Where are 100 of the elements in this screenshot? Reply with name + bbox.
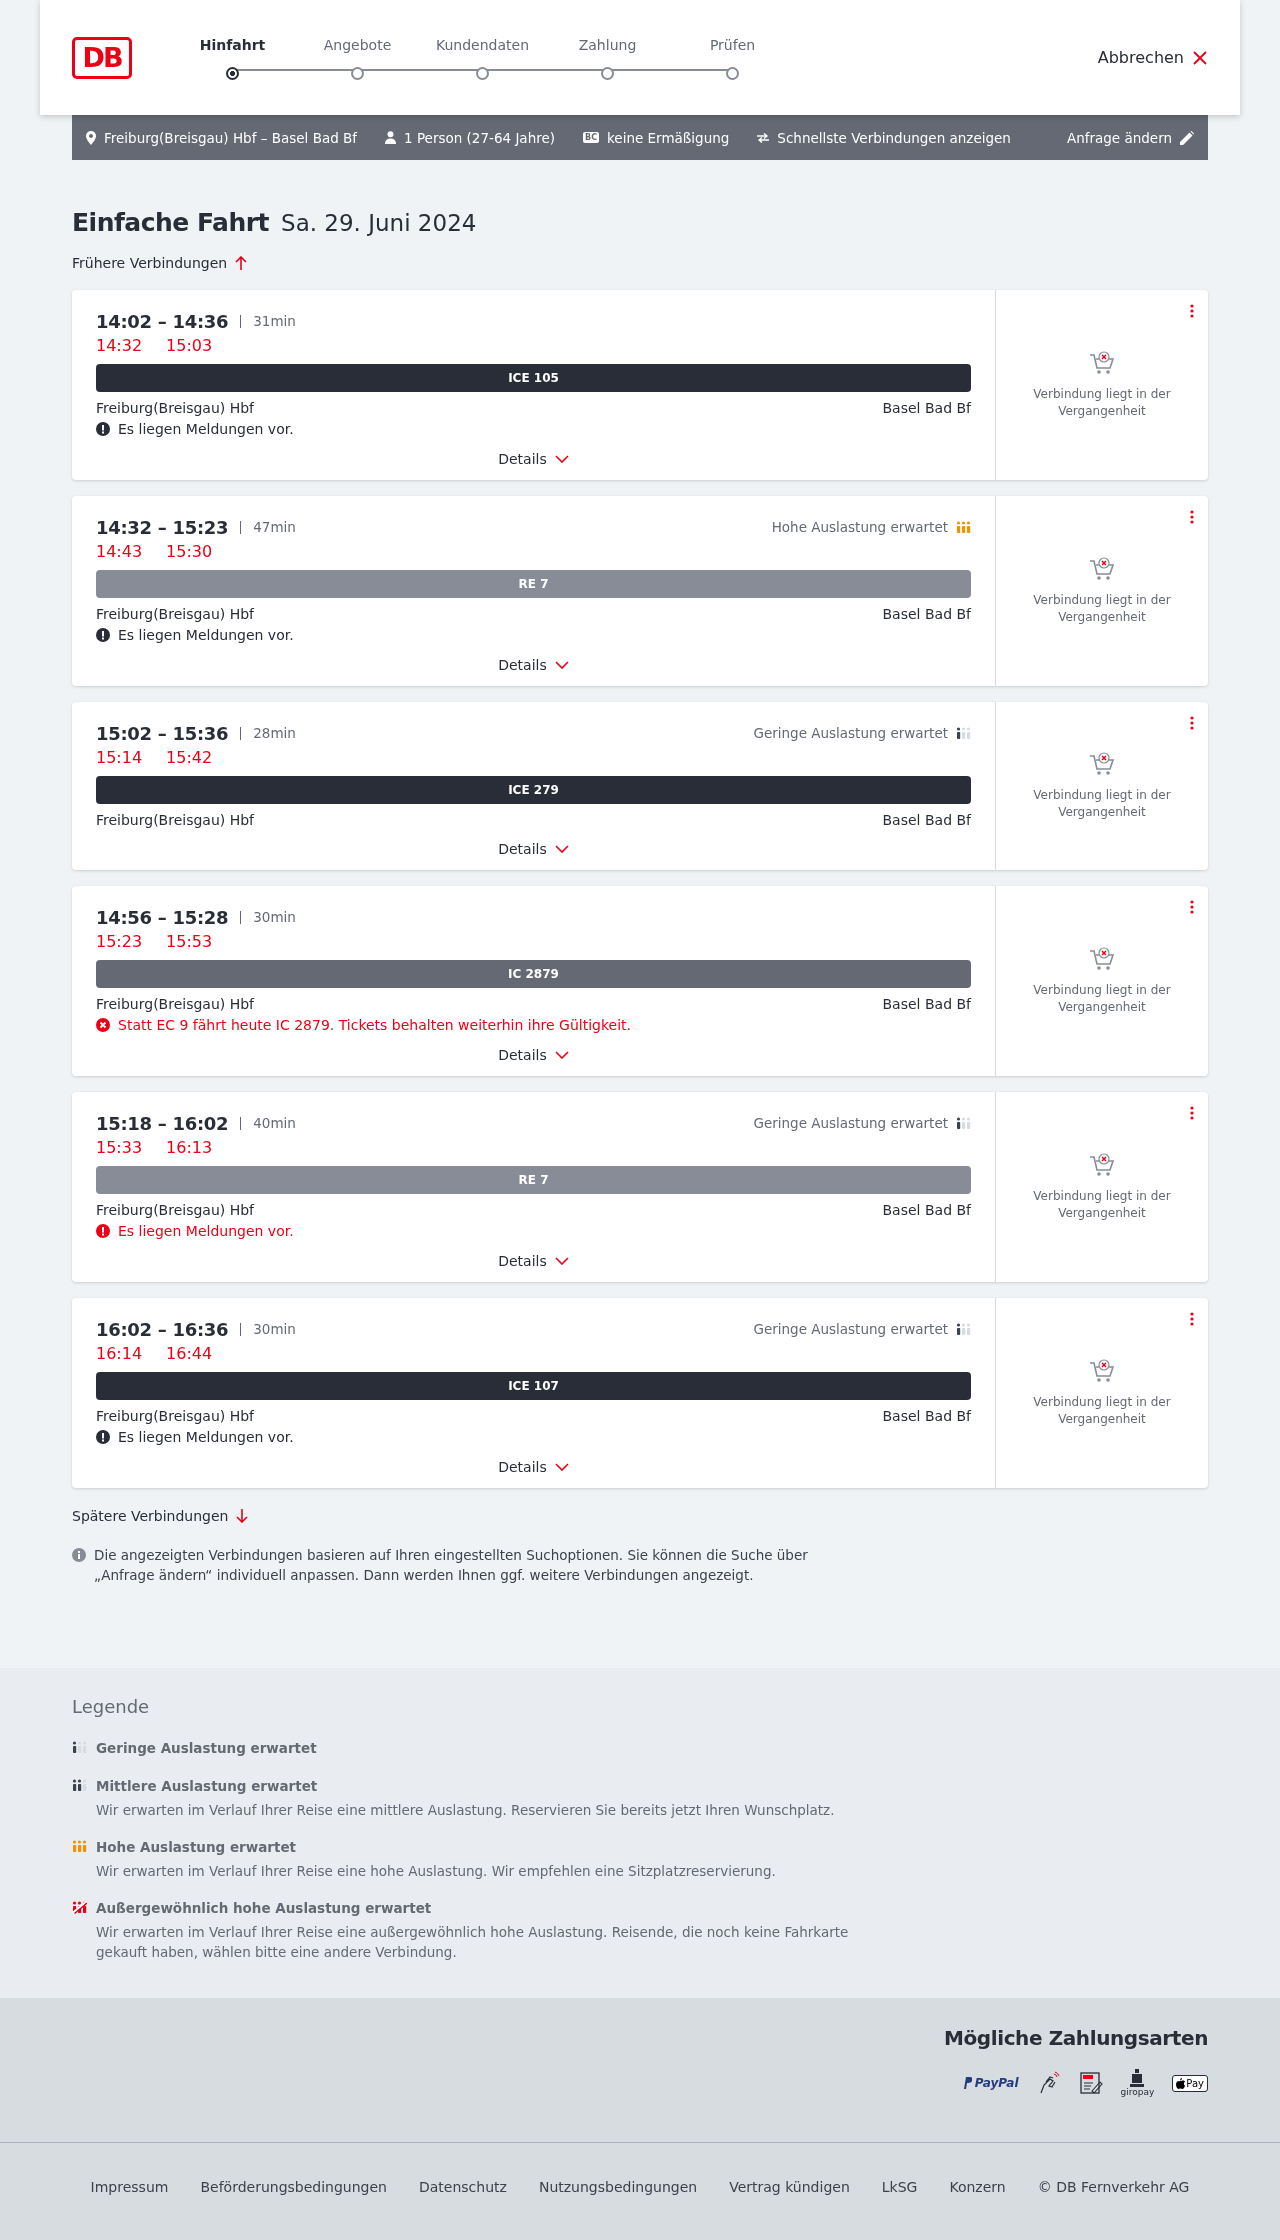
more-options-button[interactable] bbox=[1190, 304, 1194, 318]
duration: 30min bbox=[253, 909, 296, 925]
realtime-departure: 14:32 bbox=[96, 335, 143, 355]
arrow-up-icon bbox=[235, 256, 248, 270]
arrival-station: Basel Bad Bf bbox=[882, 606, 971, 622]
departure-station: Freiburg(Breisgau) Hbf bbox=[96, 1408, 255, 1424]
realtime-arrival: 16:44 bbox=[166, 1343, 213, 1363]
status-text: Verbindung liegt in der Vergangenheit bbox=[1032, 592, 1172, 626]
step-label: Angebote bbox=[323, 37, 392, 55]
departure-station: Freiburg(Breisgau) Hbf bbox=[96, 996, 255, 1012]
step-dot[interactable] bbox=[476, 67, 489, 80]
cart-unavailable-icon bbox=[1089, 946, 1115, 972]
departure-station: Freiburg(Breisgau) Hbf bbox=[96, 400, 255, 416]
footer-link[interactable]: Konzern bbox=[949, 2179, 1006, 2195]
earlier-connections-link[interactable]: Frühere Verbindungen bbox=[72, 252, 248, 274]
kebab-menu-icon bbox=[1190, 716, 1194, 730]
message-text: Es liegen Meldungen vor. bbox=[118, 627, 294, 643]
pencil-icon bbox=[1180, 130, 1194, 145]
travel-times: 16:02 – 16:36 bbox=[96, 1318, 229, 1340]
footer-link[interactable]: Datenschutz bbox=[419, 2179, 507, 2195]
departure-station: Freiburg(Breisgau) Hbf bbox=[96, 1202, 255, 1218]
db-logo[interactable]: DB bbox=[72, 36, 132, 79]
footer-link[interactable]: Beförderungsbedingungen bbox=[200, 2179, 387, 2195]
footer-link[interactable]: LkSG bbox=[881, 2179, 918, 2195]
duration: 30min bbox=[253, 1321, 296, 1337]
realtime-arrival: 15:03 bbox=[166, 335, 213, 355]
footer-link[interactable]: Vertrag kündigen bbox=[729, 2179, 850, 2195]
kebab-menu-icon bbox=[1190, 304, 1194, 318]
step-label: Kundendaten bbox=[435, 37, 529, 55]
realtime-departure: 15:33 bbox=[96, 1137, 143, 1157]
legend-label: Hohe Auslastung erwartet bbox=[96, 1838, 298, 1857]
step-dot[interactable] bbox=[726, 67, 739, 80]
page-title: Einfache Fahrt bbox=[72, 208, 270, 237]
travel-times: 14:02 – 14:36 bbox=[96, 310, 229, 332]
realtime-departure: 14:43 bbox=[96, 541, 143, 561]
chevron-down-icon bbox=[554, 1257, 569, 1265]
apple-icon bbox=[1176, 2077, 1186, 2089]
chevron-down-icon bbox=[554, 845, 569, 853]
paypal-mark-icon bbox=[962, 2077, 972, 2089]
step-dot[interactable] bbox=[351, 67, 364, 80]
step-label: Hinfahrt bbox=[199, 37, 266, 55]
chevron-down-icon bbox=[554, 1463, 569, 1471]
train-bar[interactable]: IC 2879 bbox=[96, 960, 971, 988]
info-note: Die angezeigten Verbindungen basieren auf Ihren eingestellten Suchoptionen. Sie können die Suche über „Anfrage ändern“ individuell anpassen. Dann werden Ihnen ggf. weitere Verbindungen angezeigt. bbox=[94, 1546, 809, 1585]
footer-link[interactable]: Nutzungsbedingungen bbox=[538, 2179, 698, 2195]
details-button[interactable]: Details bbox=[498, 654, 569, 676]
legend-label: Außergewöhnlich hohe Auslastung erwartet bbox=[96, 1899, 433, 1918]
chevron-down-icon bbox=[554, 1051, 569, 1059]
status-text: Verbindung liegt in der Vergangenheit bbox=[1032, 386, 1172, 420]
arrival-station: Basel Bad Bf bbox=[882, 996, 971, 1012]
details-button[interactable]: Details bbox=[498, 448, 569, 470]
close-icon bbox=[1192, 49, 1208, 66]
more-options-button[interactable] bbox=[1190, 1106, 1194, 1120]
later-connections-link[interactable]: Spätere Verbindungen bbox=[72, 1505, 249, 1527]
search-summary: Freiburg(Breisgau) Hbf – Basel Bad Bf bbox=[104, 129, 358, 146]
train-bar[interactable]: ICE 107 bbox=[96, 1372, 971, 1400]
occupancy-label: Geringe Auslastung erwartet bbox=[753, 1115, 948, 1131]
train-bar[interactable]: ICE 105 bbox=[96, 364, 971, 392]
details-button[interactable]: Details bbox=[498, 1044, 569, 1066]
search-summary: keine Ermäßigung bbox=[607, 129, 730, 146]
swap-arrows-icon bbox=[757, 132, 770, 143]
train-bar[interactable]: ICE 279 bbox=[96, 776, 971, 804]
cart-unavailable-icon bbox=[1089, 1358, 1115, 1384]
cancel-button[interactable]: Abbrechen bbox=[1097, 48, 1208, 67]
occupancy-label: Geringe Auslastung erwartet bbox=[753, 725, 948, 741]
status-text: Verbindung liegt in der Vergangenheit bbox=[1032, 787, 1172, 821]
realtime-departure: 16:14 bbox=[96, 1343, 143, 1363]
travel-times: 14:56 – 15:28 bbox=[96, 906, 229, 928]
travel-date: Sa. 29. Juni 2024 bbox=[281, 210, 477, 236]
footer-link[interactable]: Impressum bbox=[90, 2179, 169, 2195]
legend-label: Mittlere Auslastung erwartet bbox=[96, 1777, 319, 1796]
search-summary: Schnellste Verbindungen anzeigen bbox=[777, 129, 1011, 146]
more-options-button[interactable] bbox=[1190, 510, 1194, 524]
arrival-station: Basel Bad Bf bbox=[882, 400, 971, 416]
realtime-arrival: 15:53 bbox=[166, 931, 213, 951]
details-button[interactable]: Details bbox=[498, 1456, 569, 1478]
edit-request-button[interactable]: Anfrage ändern bbox=[1066, 129, 1194, 146]
more-options-button[interactable] bbox=[1190, 716, 1194, 730]
building-icon bbox=[1129, 2069, 1146, 2087]
realtime-departure: 15:14 bbox=[96, 747, 143, 767]
travel-times: 15:02 – 15:36 bbox=[96, 722, 229, 744]
more-options-button[interactable] bbox=[1190, 900, 1194, 914]
kebab-menu-icon bbox=[1190, 510, 1194, 524]
step-dot[interactable] bbox=[226, 67, 239, 80]
realtime-arrival: 15:42 bbox=[166, 747, 213, 767]
step-dot[interactable] bbox=[601, 67, 614, 80]
arrival-station: Basel Bad Bf bbox=[882, 1408, 971, 1424]
footer-link[interactable]: © DB Fernverkehr AG bbox=[1037, 2179, 1190, 2195]
more-options-button[interactable] bbox=[1190, 1312, 1194, 1326]
details-button[interactable]: Details bbox=[498, 838, 569, 860]
message-text: Es liegen Meldungen vor. bbox=[118, 1429, 294, 1445]
details-button[interactable]: Details bbox=[498, 1250, 569, 1272]
paypal-wordmark: PayPal bbox=[974, 2076, 1019, 2090]
duration: 40min bbox=[253, 1115, 296, 1131]
apple-pay-wordmark: Pay bbox=[1186, 2077, 1204, 2089]
duration: 47min bbox=[253, 519, 296, 535]
legend-description: Wir erwarten im Verlauf Ihrer Reise eine hohe Auslastung. Wir empfehlen eine Sitzplatzreservierung. bbox=[96, 1862, 777, 1881]
message-text: Statt EC 9 fährt heute IC 2879. Tickets behalten weiterhin ihre Gültigkeit. bbox=[118, 1017, 631, 1033]
status-text: Verbindung liegt in der Vergangenheit bbox=[1032, 1394, 1172, 1428]
chevron-down-icon bbox=[554, 661, 569, 669]
